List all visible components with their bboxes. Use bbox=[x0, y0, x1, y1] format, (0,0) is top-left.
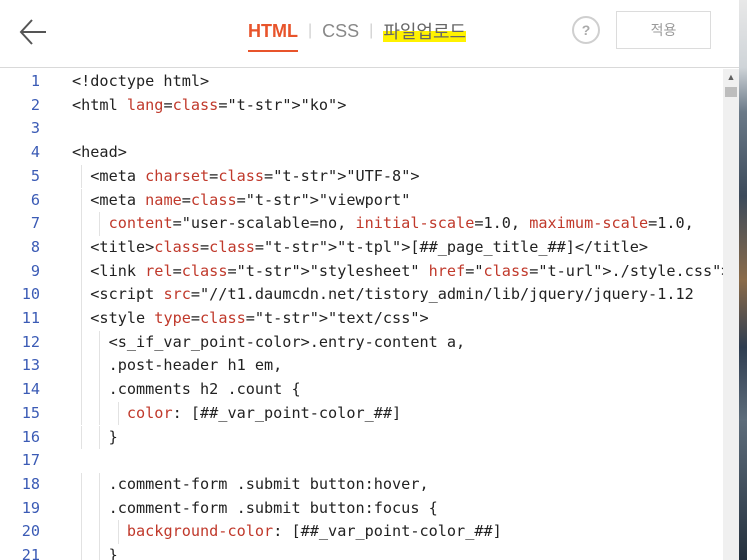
code-text: } bbox=[72, 546, 118, 560]
apply-button[interactable]: 적용 bbox=[616, 11, 711, 49]
line-number: 4 bbox=[30, 143, 40, 162]
code-text: .comment-form .submit button:hover, bbox=[72, 474, 429, 493]
help-button[interactable]: ? bbox=[572, 16, 600, 44]
line-number: 2 bbox=[30, 95, 40, 114]
line-number: 1 bbox=[30, 72, 40, 90]
code-line[interactable]: 9 <link rel=class="t-str">"stylesheet" h… bbox=[0, 259, 723, 284]
line-number: 9 bbox=[30, 261, 40, 280]
line-number: 19 bbox=[21, 498, 40, 517]
code-text: <style type=class="t-str">"text/css"> bbox=[72, 309, 429, 327]
code-line[interactable]: 2 <html lang=class="t-str">"ko"> bbox=[0, 94, 723, 118]
editor-header: HTML | CSS | 파일업로드 ? 적용 bbox=[0, 0, 747, 68]
code-line[interactable]: 17 bbox=[0, 449, 723, 473]
code-text: background-color: [##_var_point-color_##… bbox=[126, 522, 502, 541]
scroll-thumb[interactable] bbox=[725, 87, 737, 97]
line-number: 20 bbox=[21, 522, 40, 541]
tab-css[interactable]: CSS bbox=[322, 21, 359, 46]
line-number: 3 bbox=[30, 119, 40, 138]
line-number: 12 bbox=[21, 332, 40, 351]
scroll-up-arrow-icon[interactable]: ▲ bbox=[723, 69, 739, 85]
code-text: <link rel=class="t-str">"stylesheet" hre… bbox=[72, 261, 723, 280]
line-number: 11 bbox=[21, 309, 40, 327]
code-text: <html lang=class="t-str">"ko"> bbox=[72, 95, 347, 114]
code-text: <head> bbox=[72, 143, 127, 162]
line-number: 16 bbox=[21, 427, 40, 446]
code-line[interactable]: 13 .post-header h1 em, bbox=[0, 354, 723, 379]
code-text: .post-header h1 em, bbox=[72, 356, 283, 375]
line-number: 7 bbox=[30, 214, 40, 233]
code-editor[interactable]: 1 <!doctype html> 2 <html lang=class="t-str… bbox=[0, 69, 723, 560]
code-line[interactable]: 12 <s_if_var_point-color>.entry-content … bbox=[0, 330, 723, 355]
arrow-left-icon[interactable] bbox=[18, 16, 48, 48]
background-image-strip bbox=[739, 0, 747, 560]
help-icon: ? bbox=[581, 22, 591, 38]
code-text: <meta name=class="t-str">"viewport" bbox=[72, 190, 411, 209]
code-text: <meta charset=class="t-str">"UTF-8"> bbox=[72, 166, 420, 185]
line-number: 14 bbox=[21, 380, 40, 399]
code-text: <title>class=class="t-str">"t-tpl">[##_p… bbox=[72, 237, 649, 256]
code-text: <script src="//t1.daumcdn.net/tistory_ad… bbox=[72, 285, 694, 304]
tab-file-upload-label: 파일업로드 bbox=[383, 22, 467, 42]
line-number: 13 bbox=[21, 356, 40, 375]
code-line[interactable]: 1 <!doctype html> bbox=[0, 70, 723, 94]
code-line[interactable]: 4 <head> bbox=[0, 141, 723, 165]
tab-divider: | bbox=[307, 22, 313, 39]
code-line[interactable]: 7 content="user-scalable=no, initial-sca… bbox=[0, 212, 723, 236]
code-line[interactable]: 15 color: [##_var_point-color_##] bbox=[0, 401, 723, 426]
tab-bar: HTML | CSS | 파일업로드 bbox=[248, 18, 467, 52]
code-text: color: [##_var_point-color_##] bbox=[126, 403, 402, 422]
code-text: content="user-scalable=no, initial-scale… bbox=[108, 214, 694, 233]
line-number: 10 bbox=[21, 285, 40, 304]
line-number: 5 bbox=[30, 166, 40, 185]
line-number: 15 bbox=[21, 403, 40, 422]
code-line[interactable]: 21 } bbox=[0, 544, 723, 560]
code-text: <!doctype html> bbox=[72, 72, 210, 90]
code-text: } bbox=[72, 427, 118, 446]
code-line[interactable]: 5 <meta charset=class="t-str">"UTF-8"> bbox=[0, 164, 723, 189]
code-line[interactable]: 18 .comment-form .submit button:hover, bbox=[0, 472, 723, 497]
vertical-scrollbar[interactable]: ▲ bbox=[723, 69, 739, 560]
tab-file-upload[interactable]: 파일업로드 bbox=[383, 18, 467, 48]
code-line[interactable]: 11 <style type=class="t-str">"text/css"> bbox=[0, 307, 723, 331]
line-number: 6 bbox=[30, 190, 40, 209]
code-line[interactable]: 3 bbox=[0, 117, 723, 141]
code-text: .comments h2 .count { bbox=[72, 380, 301, 399]
code-line[interactable]: 19 .comment-form .submit button:focus { bbox=[0, 496, 723, 521]
line-number: 8 bbox=[30, 237, 40, 256]
code-line[interactable]: 16 } bbox=[0, 425, 723, 450]
line-number: 21 bbox=[21, 546, 40, 560]
code-text: <s_if_var_point-color>.entry-content a, bbox=[72, 332, 466, 351]
code-line[interactable]: 8 <title>class=class="t-str">"t-tpl">[##… bbox=[0, 235, 723, 260]
tab-html[interactable]: HTML bbox=[248, 21, 298, 52]
line-number: 17 bbox=[21, 451, 40, 470]
code-line[interactable]: 10 <script src="//t1.daumcdn.net/tistory… bbox=[0, 283, 723, 307]
line-number: 18 bbox=[21, 474, 40, 493]
tab-divider: | bbox=[369, 22, 374, 39]
code-line[interactable]: 6 <meta name=class="t-str">"viewport" bbox=[0, 188, 723, 213]
code-line[interactable]: 20 background-color: [##_var_point-color… bbox=[0, 520, 723, 544]
code-line[interactable]: 14 .comments h2 .count { bbox=[0, 378, 723, 402]
code-text: .comment-form .submit button:focus { bbox=[72, 498, 438, 517]
